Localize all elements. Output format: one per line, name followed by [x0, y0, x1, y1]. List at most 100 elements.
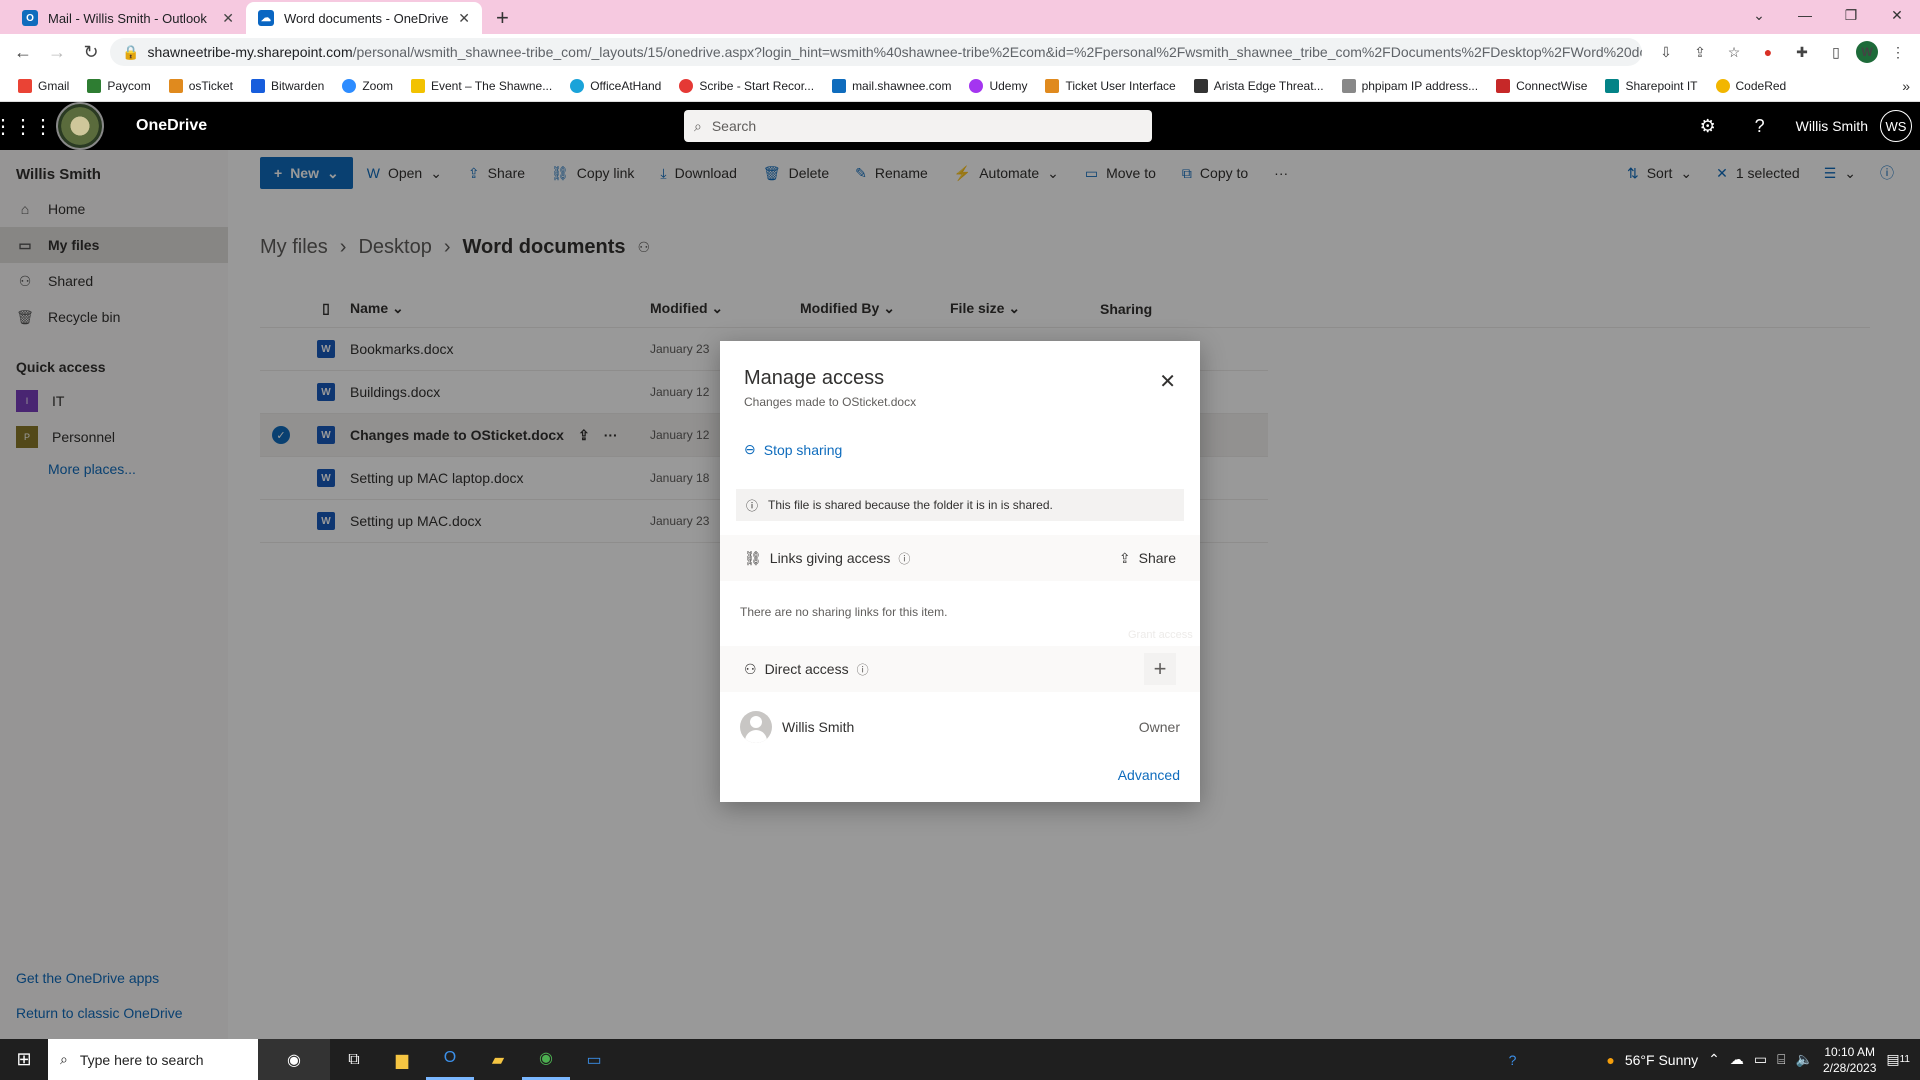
connectwise-icon: [1496, 78, 1511, 93]
outlook-taskbar-icon[interactable]: O: [426, 1039, 474, 1080]
udemy-icon: [969, 78, 984, 93]
chrome-icon[interactable]: ◉: [522, 1039, 570, 1080]
bookmark-item[interactable]: CodeRed: [1708, 73, 1795, 99]
settings-gear-icon[interactable]: ⚙: [1684, 102, 1732, 150]
search-box[interactable]: ⌕ Search: [684, 110, 1152, 142]
display-icon[interactable]: ▭: [1754, 1051, 1767, 1068]
close-tab-icon[interactable]: ✕: [222, 10, 234, 27]
url-field[interactable]: 🔒 shawneetribe-my.sharepoint.com/persona…: [110, 38, 1642, 66]
forward-icon[interactable]: →: [42, 37, 72, 67]
bookmark-item[interactable]: Paycom: [79, 73, 158, 99]
bookmark-item[interactable]: Sharepoint IT: [1597, 73, 1705, 99]
notification-center-icon[interactable]: ▤: [1886, 1051, 1899, 1068]
bookmark-item[interactable]: osTicket: [161, 73, 241, 99]
bookmark-item[interactable]: Udemy: [961, 73, 1035, 99]
share-page-icon[interactable]: ⇪: [1686, 38, 1714, 66]
share-link-button[interactable]: ⇪ Share: [1119, 550, 1176, 567]
links-title: Links giving access: [769, 550, 891, 566]
browser-tab-strip: O Mail - Willis Smith - Outlook ✕ ☁ Word…: [0, 0, 1920, 34]
tab-outlook[interactable]: O Mail - Willis Smith - Outlook ✕: [10, 2, 246, 34]
app-name[interactable]: OneDrive: [136, 117, 207, 135]
address-bar-row: ← → ↻ 🔒 shawneetribe-my.sharepoint.com/p…: [0, 34, 1920, 70]
remote-desktop-icon[interactable]: ▭: [570, 1039, 618, 1080]
chevron-up-icon[interactable]: ⌃: [1708, 1051, 1720, 1068]
more-bookmarks-icon[interactable]: »: [1902, 78, 1910, 94]
windows-start-icon[interactable]: ⊞: [0, 1039, 48, 1080]
network-icon[interactable]: ⌸: [1777, 1051, 1785, 1068]
bookmark-item[interactable]: Bitwarden: [243, 73, 332, 99]
bookmark-label: Zoom: [362, 78, 393, 93]
notes-icon[interactable]: ▰: [474, 1039, 522, 1080]
app-launcher-icon[interactable]: ⋮⋮⋮: [0, 102, 53, 150]
volume-icon[interactable]: 🔈: [1796, 1051, 1813, 1068]
profile-avatar[interactable]: W: [1856, 41, 1878, 63]
windows-taskbar: ⊞ ⌕ Type here to search ◉ ⧉ ▆ O ▰ ◉ ▭ ? …: [0, 1039, 1920, 1080]
weather-text[interactable]: 56°F Sunny: [1625, 1052, 1698, 1068]
back-icon[interactable]: ←: [8, 37, 38, 67]
user-avatar[interactable]: WS: [1880, 110, 1912, 142]
share-icon: ⇪: [1118, 549, 1131, 566]
bookmark-item[interactable]: Arista Edge Threat...: [1186, 73, 1332, 99]
clock[interactable]: 10:10 AM 2/28/2023: [1823, 1044, 1876, 1076]
organization-logo[interactable]: [56, 102, 104, 150]
sharepoint-icon: [1605, 78, 1620, 93]
extension-bar: ⇩ ⇪ ☆ ● ✚ ▯ W ⋮: [1646, 38, 1912, 66]
extension-badge-icon[interactable]: ●: [1754, 38, 1782, 66]
advanced-link[interactable]: Advanced: [1118, 767, 1180, 783]
info-icon[interactable]: ⓘ: [898, 550, 910, 567]
outlook-icon: O: [22, 10, 38, 26]
tab-search-icon[interactable]: ⌄: [1736, 0, 1782, 30]
direct-access-header: ⚇ Direct access ⓘ +: [720, 646, 1200, 692]
bookmark-item[interactable]: phpipam IP address...: [1334, 73, 1487, 99]
bookmark-label: OfficeAtHand: [590, 78, 662, 93]
help-tray-icon[interactable]: ?: [1509, 1052, 1517, 1068]
reload-icon[interactable]: ↻: [76, 37, 106, 67]
taskbar-search[interactable]: ⌕ Type here to search: [48, 1039, 258, 1080]
weather-icon[interactable]: ●: [1606, 1052, 1614, 1068]
dialog-subtitle: Changes made to OSticket.docx: [744, 395, 917, 409]
extensions-puzzle-icon[interactable]: ✚: [1788, 38, 1816, 66]
bookmark-item[interactable]: Scribe - Start Recor...: [671, 73, 822, 99]
bookmark-item[interactable]: Zoom: [334, 73, 401, 99]
bookmark-item[interactable]: Ticket User Interface: [1037, 73, 1183, 99]
search-icon: ⌕: [694, 117, 702, 134]
url-domain: shawneetribe-my.sharepoint.com: [147, 44, 353, 60]
bookmark-item[interactable]: Gmail: [10, 73, 77, 99]
bookmark-label: Ticket User Interface: [1065, 78, 1176, 93]
seal-app-icon[interactable]: ◉: [258, 1039, 330, 1080]
info-icon[interactable]: ⓘ: [857, 661, 869, 678]
close-window-icon[interactable]: ✕: [1874, 0, 1920, 30]
browser-menu-icon[interactable]: ⋮: [1884, 38, 1912, 66]
bookmark-item[interactable]: Event – The Shawne...: [403, 73, 560, 99]
side-panel-icon[interactable]: ▯: [1822, 38, 1850, 66]
bookmark-star-icon[interactable]: ☆: [1720, 38, 1748, 66]
bookmark-item[interactable]: OfficeAtHand: [562, 73, 669, 99]
header-user-name[interactable]: Willis Smith: [1788, 118, 1876, 134]
stop-sharing-label: Stop sharing: [763, 441, 843, 458]
bookmark-item[interactable]: mail.shawnee.com: [824, 73, 959, 99]
bookmark-item[interactable]: ConnectWise: [1488, 73, 1595, 99]
person-avatar: [740, 711, 772, 743]
new-tab-button[interactable]: +: [482, 2, 523, 34]
close-dialog-icon[interactable]: ✕: [1159, 369, 1176, 394]
paycom-icon: [87, 78, 102, 93]
task-view-icon[interactable]: ⧉: [330, 1039, 378, 1080]
info-text: This file is shared because the folder i…: [768, 498, 1053, 512]
bookmark-label: ConnectWise: [1516, 78, 1588, 93]
restore-icon[interactable]: ❐: [1828, 0, 1874, 30]
bookmark-label: Arista Edge Threat...: [1213, 78, 1324, 93]
bookmark-label: mail.shawnee.com: [852, 78, 952, 93]
install-app-icon[interactable]: ⇩: [1652, 38, 1680, 66]
minimize-icon[interactable]: —: [1782, 0, 1828, 30]
lock-icon: 🔒: [122, 43, 140, 60]
stop-sharing-button[interactable]: ⊖ Stop sharing: [744, 441, 842, 458]
help-icon[interactable]: ?: [1736, 102, 1784, 150]
bookmark-label: Sharepoint IT: [1625, 78, 1698, 93]
onedrive-tray-icon[interactable]: ☁: [1730, 1051, 1744, 1068]
header-right: ⚙ ? Willis Smith WS: [1684, 102, 1920, 150]
tab-onedrive[interactable]: ☁ Word documents - OneDrive ✕: [246, 2, 482, 34]
link-icon: ⛓: [744, 549, 762, 566]
close-tab-icon[interactable]: ✕: [458, 10, 470, 27]
grant-access-button[interactable]: +: [1144, 653, 1176, 685]
file-explorer-icon[interactable]: ▆: [378, 1039, 426, 1080]
